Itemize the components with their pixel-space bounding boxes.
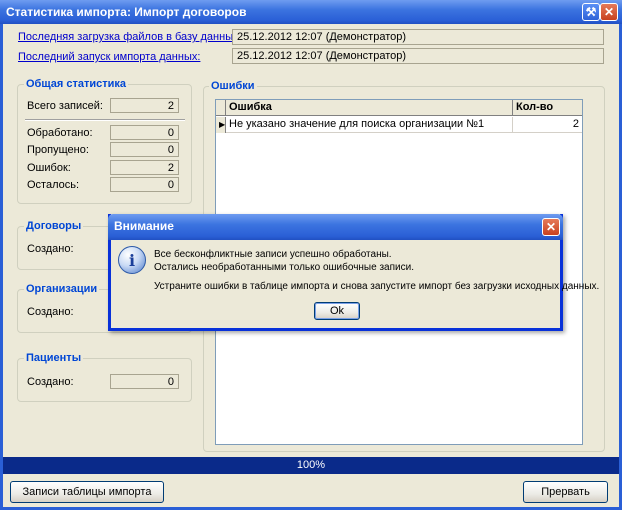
dialog-message-line2: Остались необработанными только ошибочны… bbox=[154, 262, 414, 273]
skipped-value: 0 bbox=[110, 142, 179, 157]
column-header-error[interactable]: Ошибка bbox=[226, 100, 513, 116]
contracts-created-label: Создано: bbox=[27, 243, 74, 255]
row-error-cell[interactable]: Не указано значение для поиска организац… bbox=[226, 117, 513, 133]
info-icon: i bbox=[118, 246, 146, 274]
errors-table-header: Ошибка Кол-во bbox=[216, 100, 582, 116]
last-upload-value: 25.12.2012 12:07 (Демонстратор) bbox=[232, 29, 604, 45]
skipped-label: Пропущено: bbox=[27, 144, 89, 156]
total-records-label: Всего записей: bbox=[27, 100, 103, 112]
progress-label: 100% bbox=[296, 459, 326, 471]
errors-title: Ошибки bbox=[209, 80, 257, 92]
abort-button[interactable]: Прервать bbox=[523, 481, 608, 503]
dialog-close-icon[interactable]: ✕ bbox=[542, 218, 560, 236]
import-records-button[interactable]: Записи таблицы импорта bbox=[10, 481, 164, 503]
dialog-message-line3: Устраните ошибки в таблице импорта и сно… bbox=[154, 281, 600, 292]
table-row[interactable]: ▶ Не указано значение для поиска организ… bbox=[216, 117, 582, 133]
patients-created-label: Создано: bbox=[27, 376, 74, 388]
row-indicator-header bbox=[216, 100, 226, 116]
row-count-cell[interactable]: 2 bbox=[513, 117, 582, 133]
current-row-arrow-icon: ▶ bbox=[216, 117, 226, 133]
processed-label: Обработано: bbox=[27, 127, 93, 139]
contracts-title: Договоры bbox=[24, 220, 84, 232]
window-title: Статистика импорта: Импорт договоров bbox=[6, 5, 247, 19]
processed-value: 0 bbox=[110, 125, 179, 140]
dialog-message-line1: Все бесконфликтные записи успешно обрабо… bbox=[154, 249, 392, 260]
stats-divider bbox=[25, 119, 185, 121]
remaining-label: Осталось: bbox=[27, 179, 80, 191]
total-records-value: 2 bbox=[110, 98, 179, 113]
organizations-title: Организации bbox=[24, 283, 100, 295]
errors-count-label: Ошибок: bbox=[27, 162, 71, 174]
remaining-value: 0 bbox=[110, 177, 179, 192]
wrench-icon[interactable]: ⚒ bbox=[582, 3, 600, 21]
ok-button[interactable]: Ok bbox=[314, 302, 360, 320]
organizations-created-label: Создано: bbox=[27, 306, 74, 318]
column-header-count[interactable]: Кол-во bbox=[513, 100, 582, 116]
progress-bar: 100% bbox=[3, 457, 619, 474]
general-stats-title: Общая статистика bbox=[24, 78, 129, 90]
last-upload-link[interactable]: Последняя загрузка файлов в базу данных: bbox=[18, 31, 242, 43]
last-run-value: 25.12.2012 12:07 (Демонстратор) bbox=[232, 48, 604, 64]
close-icon[interactable]: ✕ bbox=[600, 3, 618, 21]
dialog-titlebar[interactable] bbox=[108, 214, 563, 240]
dialog-title: Внимание bbox=[114, 219, 174, 233]
patients-title: Пациенты bbox=[24, 352, 84, 364]
patients-created-value: 0 bbox=[110, 374, 179, 389]
errors-count-value: 2 bbox=[110, 160, 179, 175]
last-run-link[interactable]: Последний запуск импорта данных: bbox=[18, 51, 200, 63]
